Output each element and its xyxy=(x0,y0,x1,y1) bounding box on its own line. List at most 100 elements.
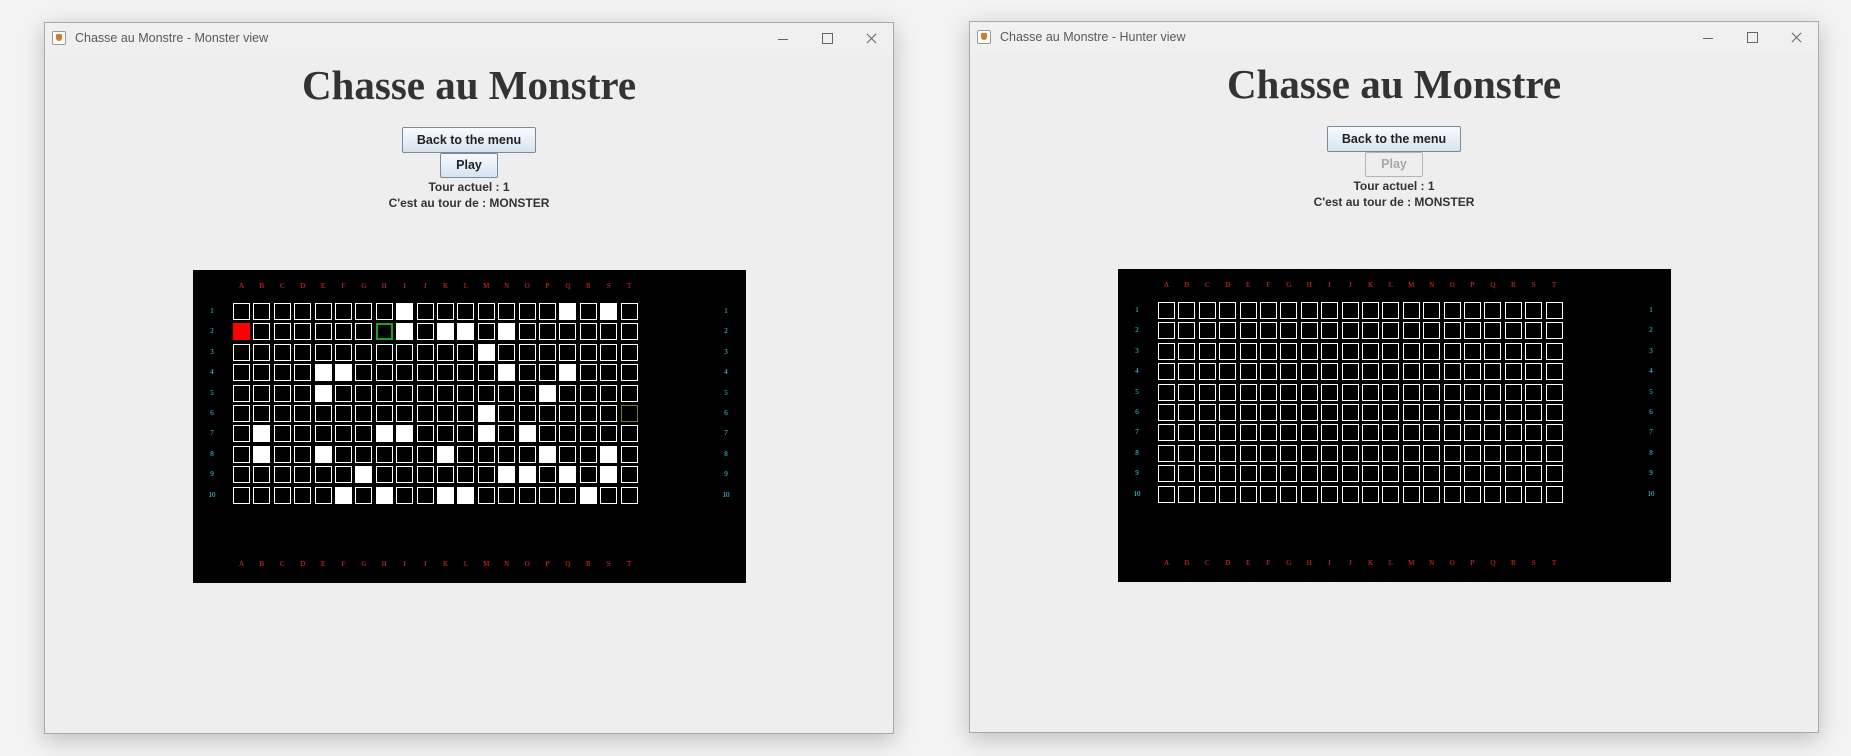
board-cell-d10[interactable] xyxy=(1219,485,1237,503)
board-cell-i8[interactable] xyxy=(396,445,414,463)
board-cell-q3[interactable] xyxy=(1484,342,1502,360)
board-cell-e9[interactable] xyxy=(1239,465,1257,483)
board-cell-s10[interactable] xyxy=(1525,485,1543,503)
board-cell-s7[interactable] xyxy=(1525,424,1543,442)
board-cell-m10[interactable] xyxy=(477,486,495,504)
board-cell-d3[interactable] xyxy=(1219,342,1237,360)
board-cell-n10[interactable] xyxy=(1423,485,1441,503)
board-cell-m9[interactable] xyxy=(477,466,495,484)
board-cell-a7[interactable] xyxy=(233,425,250,443)
board-cell-n8[interactable] xyxy=(1423,444,1441,462)
maximize-icon[interactable] xyxy=(805,23,849,55)
minimize-icon[interactable] xyxy=(1686,22,1730,54)
board-cell-t4[interactable] xyxy=(620,364,638,382)
maximize-icon[interactable] xyxy=(1730,22,1774,54)
board-cell-p2[interactable] xyxy=(1464,322,1481,340)
board-cell-c4[interactable] xyxy=(273,364,291,382)
board-cell-t5[interactable] xyxy=(620,384,638,402)
board-cell-s7[interactable] xyxy=(600,425,618,443)
board-cell-s4[interactable] xyxy=(600,364,618,382)
board-cell-q9[interactable] xyxy=(1484,465,1502,483)
board-cell-i7[interactable] xyxy=(396,425,414,443)
board-cell-j7[interactable] xyxy=(416,425,434,443)
board-cell-p2[interactable] xyxy=(539,323,556,341)
board-cell-a1[interactable] xyxy=(1158,302,1175,319)
board-cell-h2[interactable] xyxy=(1300,322,1318,340)
board-cell-o2[interactable] xyxy=(1443,322,1461,340)
board-cell-a7[interactable] xyxy=(1158,424,1175,442)
board-cell-r6[interactable] xyxy=(1504,404,1522,421)
board-cell-m5[interactable] xyxy=(477,384,495,402)
board-cell-q2[interactable] xyxy=(559,323,577,341)
board-cell-b7[interactable] xyxy=(1178,424,1196,442)
board-cell-r1[interactable] xyxy=(1504,302,1522,319)
board-cell-c3[interactable] xyxy=(1198,342,1216,360)
board-cell-g1[interactable] xyxy=(355,303,373,320)
board-cell-c5[interactable] xyxy=(273,384,291,402)
board-cell-q7[interactable] xyxy=(559,425,577,443)
board-cell-t10[interactable] xyxy=(620,486,638,504)
board-cell-p1[interactable] xyxy=(539,303,556,320)
board-cell-b6[interactable] xyxy=(1178,404,1196,421)
board-cell-h7[interactable] xyxy=(1300,424,1318,442)
board-cell-a4[interactable] xyxy=(233,364,250,382)
board-cell-l10[interactable] xyxy=(1382,485,1400,503)
board-cell-o8[interactable] xyxy=(1443,444,1461,462)
board-cell-f7[interactable] xyxy=(335,425,352,443)
board-cell-j2[interactable] xyxy=(416,323,434,341)
board-cell-t6[interactable] xyxy=(620,405,638,422)
board-cell-c6[interactable] xyxy=(273,405,291,422)
board-cell-n5[interactable] xyxy=(498,384,516,402)
board-cell-n9[interactable] xyxy=(1423,465,1441,483)
board-cell-e7[interactable] xyxy=(314,425,332,443)
board-cell-k2[interactable] xyxy=(1362,322,1379,340)
board-cell-b5[interactable] xyxy=(1178,383,1196,401)
board-cell-j10[interactable] xyxy=(416,486,434,504)
board-cell-h5[interactable] xyxy=(375,384,393,402)
board-cell-k8[interactable] xyxy=(1362,444,1379,462)
board-cell-o7[interactable] xyxy=(518,425,536,443)
board-cell-a8[interactable] xyxy=(233,445,250,463)
board-cell-j8[interactable] xyxy=(1341,444,1359,462)
board-cell-q2[interactable] xyxy=(1484,322,1502,340)
board-cell-k10[interactable] xyxy=(437,486,454,504)
board-cell-j4[interactable] xyxy=(1341,363,1359,381)
board-cell-d6[interactable] xyxy=(294,405,312,422)
board-cell-h6[interactable] xyxy=(375,405,393,422)
board-cell-s5[interactable] xyxy=(600,384,618,402)
board-cell-b10[interactable] xyxy=(253,486,271,504)
board-cell-m3[interactable] xyxy=(1402,342,1420,360)
board-cell-i7[interactable] xyxy=(1321,424,1339,442)
board-cell-m7[interactable] xyxy=(477,425,495,443)
board-cell-n1[interactable] xyxy=(1423,302,1441,319)
board-cell-h10[interactable] xyxy=(1300,485,1318,503)
board-cell-p7[interactable] xyxy=(539,425,556,443)
board-cell-h9[interactable] xyxy=(375,466,393,484)
board-cell-o7[interactable] xyxy=(1443,424,1461,442)
board-cell-a5[interactable] xyxy=(233,384,250,402)
board-cell-o5[interactable] xyxy=(518,384,536,402)
board-cell-e3[interactable] xyxy=(1239,342,1257,360)
board-cell-j2[interactable] xyxy=(1341,322,1359,340)
board-cell-o1[interactable] xyxy=(518,303,536,320)
board-cell-m9[interactable] xyxy=(1402,465,1420,483)
board-cell-b10[interactable] xyxy=(1178,485,1196,503)
board-cell-m10[interactable] xyxy=(1402,485,1420,503)
board-cell-n4[interactable] xyxy=(498,364,516,382)
board-cell-d8[interactable] xyxy=(1219,444,1237,462)
board-cell-n6[interactable] xyxy=(498,405,516,422)
board-cell-n1[interactable] xyxy=(498,303,516,320)
board-cell-a2[interactable] xyxy=(1158,322,1175,340)
board-cell-a6[interactable] xyxy=(233,405,250,422)
board-cell-c5[interactable] xyxy=(1198,383,1216,401)
board-cell-r8[interactable] xyxy=(579,445,597,463)
board-cell-r8[interactable] xyxy=(1504,444,1522,462)
board-cell-r6[interactable] xyxy=(579,405,597,422)
board-cell-p9[interactable] xyxy=(539,466,556,484)
board-cell-h2[interactable] xyxy=(375,323,393,341)
board-cell-b7[interactable] xyxy=(253,425,271,443)
board-cell-d4[interactable] xyxy=(1219,363,1237,381)
board-cell-f8[interactable] xyxy=(1260,444,1277,462)
board-cell-s3[interactable] xyxy=(1525,342,1543,360)
board-cell-l1[interactable] xyxy=(1382,302,1400,319)
